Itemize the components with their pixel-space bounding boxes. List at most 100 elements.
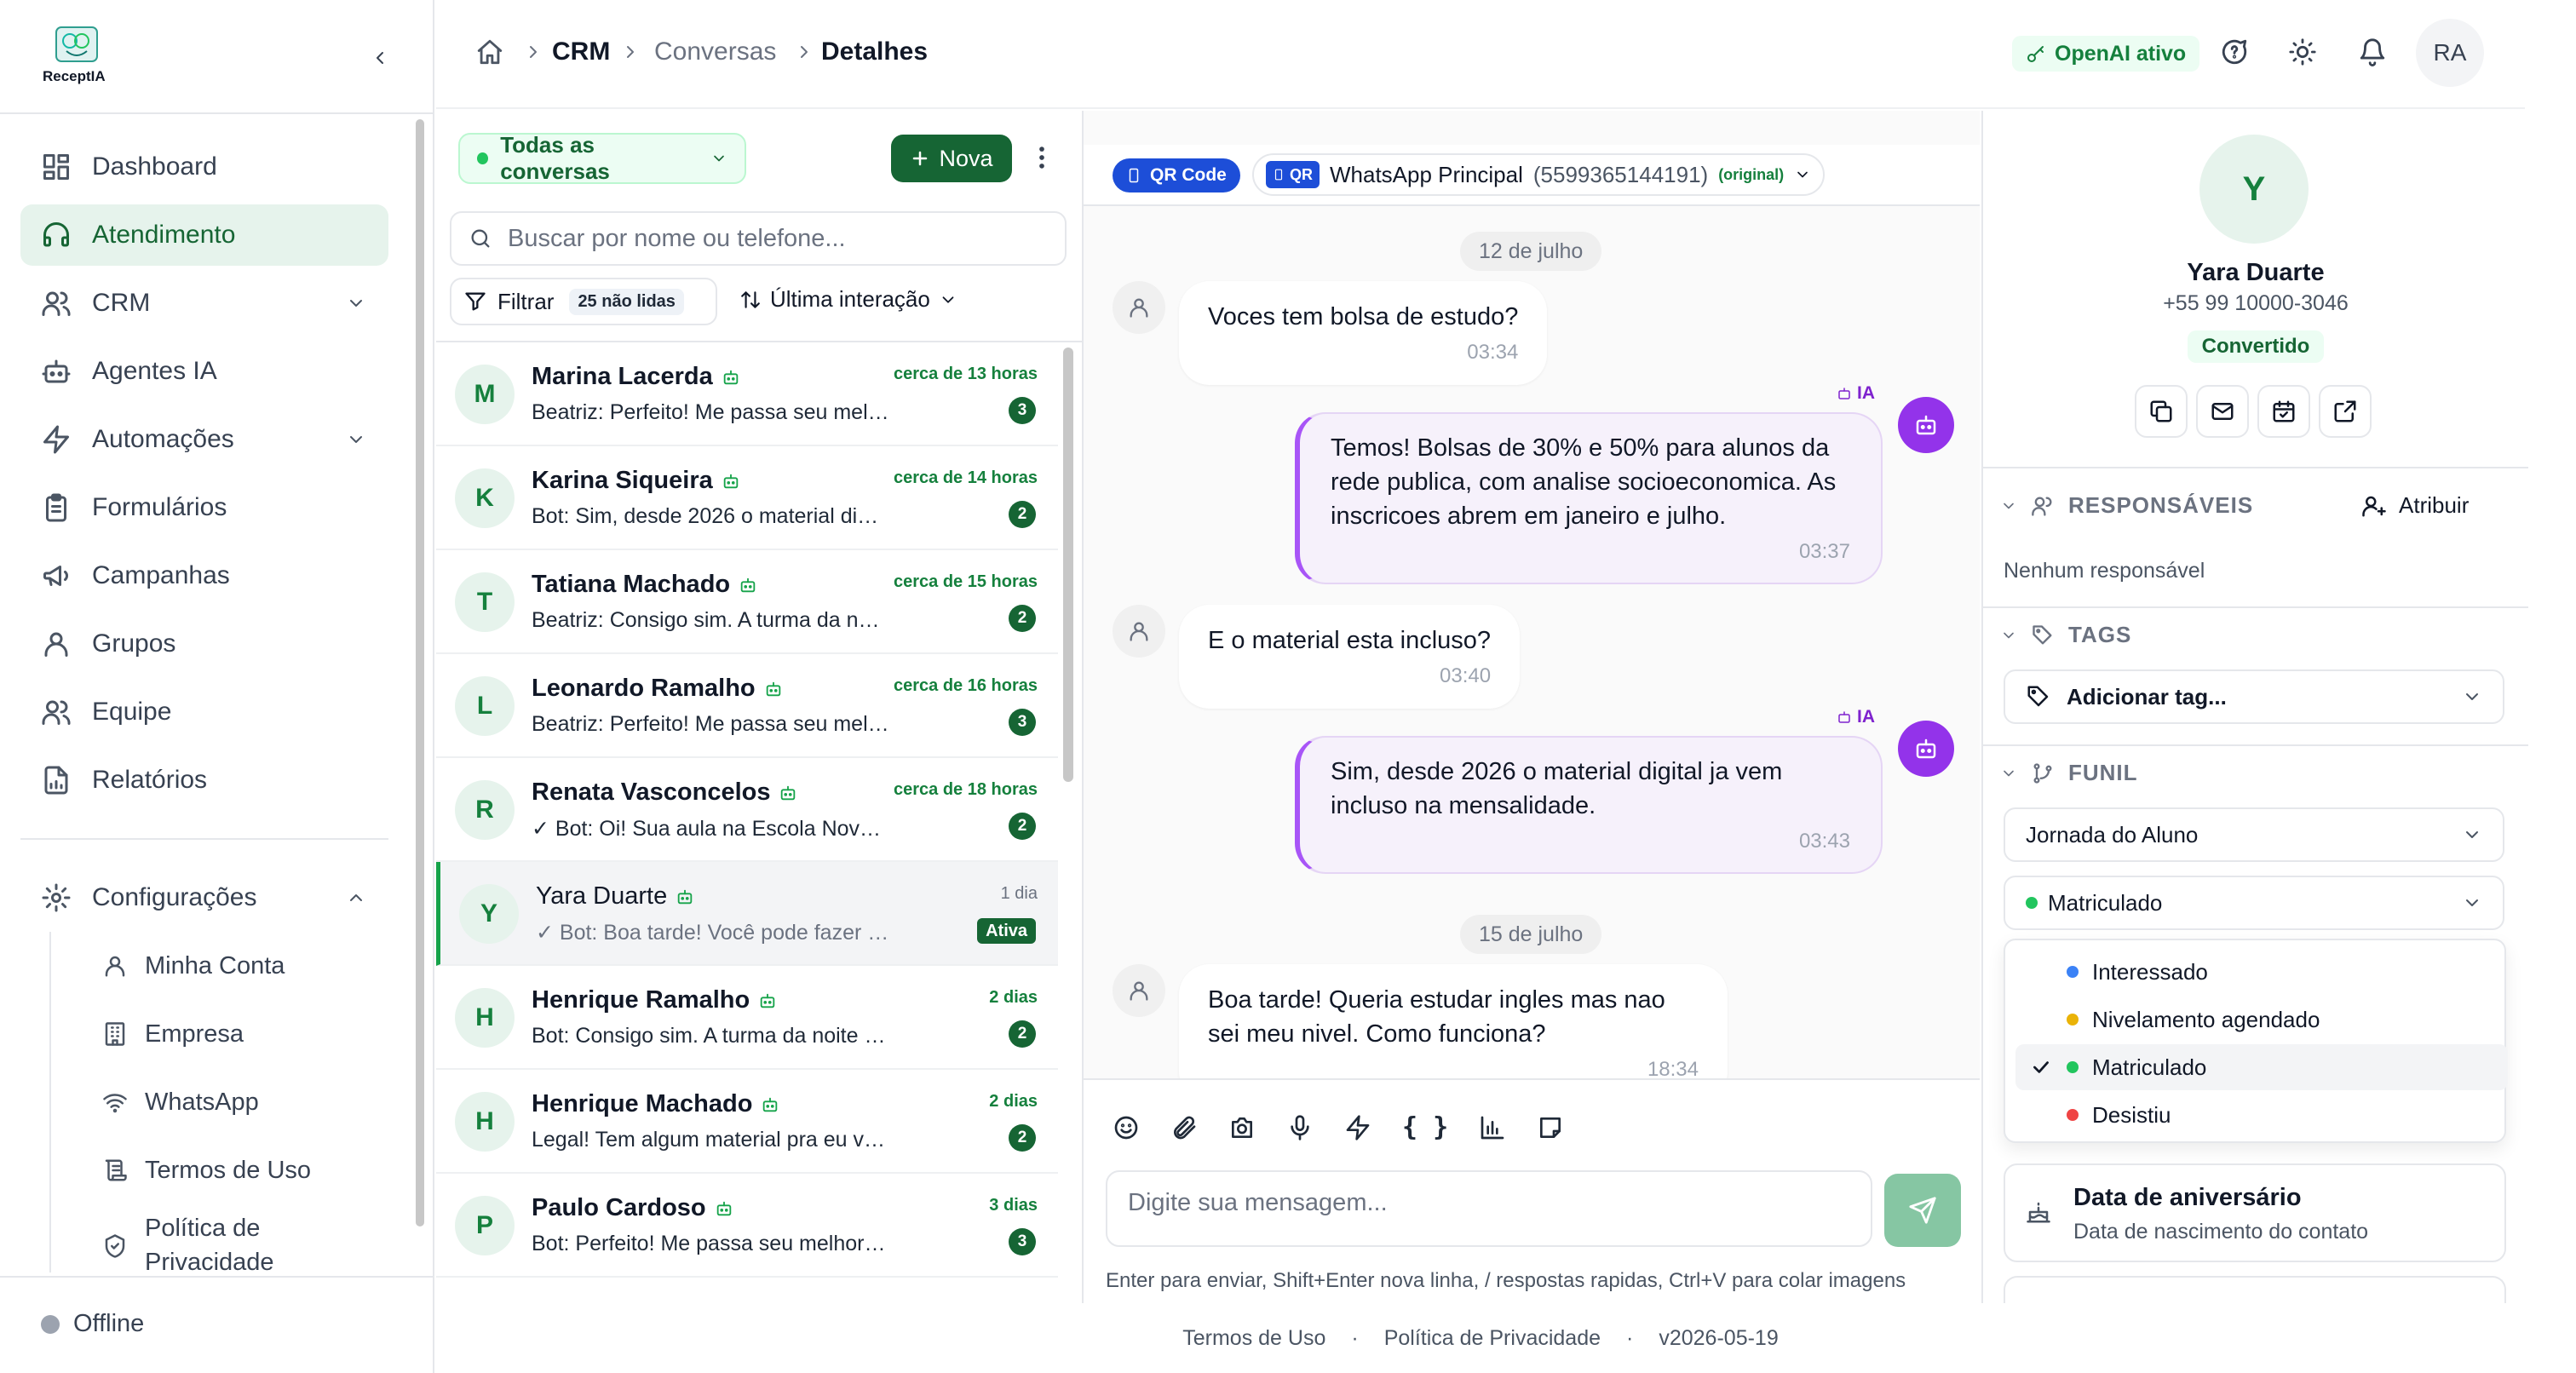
bot-icon (715, 1199, 733, 1218)
stage-option-matriculado[interactable]: Matriculado (2015, 1044, 2508, 1090)
schedule-button[interactable] (2257, 385, 2310, 438)
channel-name: WhatsApp Principal (1330, 161, 1523, 187)
footer-privacy-link[interactable]: Política de Privacidade (1384, 1326, 1601, 1351)
breadcrumb-crm[interactable]: CRM (552, 37, 610, 66)
sidebar-scrollbar[interactable] (416, 119, 424, 1227)
outgoing-message: Temos! Bolsas de 30% e 50% para alunos d… (1295, 412, 1883, 584)
responsaveis-title: RESPONSÁVEIS (2068, 492, 2254, 518)
stage-option-desistiu[interactable]: Desistiu (2015, 1092, 2508, 1138)
channel-select[interactable]: QR WhatsApp Principal (5599365144191) (o… (1252, 153, 1826, 196)
footer-separator: · (1626, 1325, 1634, 1350)
nav-atendimento[interactable]: Atendimento (20, 204, 388, 266)
tags-section-header[interactable]: TAGS (2000, 622, 2131, 648)
footer-terms-link[interactable]: Termos de Uso (1182, 1326, 1325, 1351)
nav-agentes-ia[interactable]: Agentes IA (20, 341, 388, 402)
stage-select[interactable]: Matriculado (2004, 876, 2504, 930)
stage-option-interessado[interactable]: Interessado (2015, 949, 2508, 995)
sort-select[interactable]: Última interação (739, 286, 957, 313)
copy-button[interactable] (2135, 385, 2188, 438)
message-input[interactable]: Digite sua mensagem... (1106, 1170, 1872, 1247)
nav-campanhas[interactable]: Campanhas (20, 545, 388, 606)
conversation-filter-select[interactable]: Todas as conversas (458, 132, 746, 184)
nav-formularios[interactable]: Formulários (20, 477, 388, 538)
online-status[interactable]: Offline (41, 1310, 144, 1338)
funnel-section-header[interactable]: FUNIL (2000, 760, 2138, 786)
sub-label: Minha Conta (145, 951, 285, 979)
conversation-item-selected[interactable]: Y Yara Duarte ✓ Bot: Boa tarde! Você pod… (436, 862, 1058, 966)
search-input[interactable]: Buscar por nome ou telefone... (450, 211, 1067, 266)
attachment-icon[interactable] (1170, 1114, 1198, 1141)
camera-icon[interactable] (1228, 1114, 1256, 1141)
emoji-icon[interactable] (1113, 1114, 1140, 1141)
composer-area: { } Digite sua mensagem... Enter para en… (1084, 1078, 1980, 1303)
stage-option-label: Desistiu (2092, 1101, 2171, 1128)
birthday-field[interactable]: Data de aniversário Data de nascimento d… (2004, 1163, 2506, 1262)
conversation-item[interactable]: K Karina Siqueira Bot: Sim, desde 2026 o… (436, 446, 1058, 550)
message-preview: ✓ Bot: Boa tarde! Você pode fazer um tes… (536, 921, 894, 945)
status-dot (41, 1314, 60, 1334)
stage-dot (2026, 897, 2038, 909)
assign-button[interactable]: Atribuir (2361, 492, 2469, 519)
bell-icon[interactable] (2358, 37, 2387, 66)
chevron-down-icon (2462, 686, 2482, 707)
brand-logo[interactable]: ReceptIA (43, 26, 119, 87)
email-button[interactable] (2196, 385, 2249, 438)
nav-dashboard[interactable]: Dashboard (20, 136, 388, 198)
conversation-item[interactable]: H Henrique Machado Legal! Tem algum mate… (436, 1070, 1058, 1174)
plus-icon (910, 148, 930, 169)
funnel-name: Jornada do Aluno (2026, 821, 2199, 847)
brain-logo-icon (55, 26, 98, 62)
qr-code-label: QR Code (1150, 165, 1227, 185)
add-tag-select[interactable]: Adicionar tag... (2004, 669, 2504, 724)
collapse-sidebar-button[interactable] (365, 43, 395, 73)
footer: Termos de Uso · Política de Privacidade … (436, 1303, 2525, 1373)
note-icon[interactable] (1537, 1114, 1564, 1141)
open-external-button[interactable] (2319, 385, 2372, 438)
zap-icon (20, 424, 92, 455)
quick-reply-zap-icon[interactable] (1344, 1114, 1371, 1141)
help-chat-icon[interactable] (2220, 37, 2249, 66)
conversation-item[interactable]: H Henrique Ramalho Bot: Consigo sim. A t… (436, 966, 1058, 1070)
nav-relatorios[interactable]: Relatórios (20, 750, 388, 811)
funnel-select[interactable]: Jornada do Aluno (2004, 807, 2504, 862)
conversation-item[interactable]: L Leonardo Ramalho Beatriz: Perfeito! Me… (436, 654, 1058, 758)
message-preview: Beatriz: Consigo sim. A turma da noite e… (532, 608, 889, 632)
tag-icon (2026, 684, 2051, 709)
sub-politica[interactable]: Política de Privacidade (85, 1211, 388, 1272)
new-conversation-button[interactable]: Nova (891, 135, 1012, 182)
chevron-up-icon (346, 888, 366, 908)
variables-braces-icon[interactable]: { } (1402, 1112, 1448, 1142)
conversation-item[interactable]: R Renata Vasconcelos ✓ Bot: Oi! Sua aula… (436, 758, 1058, 862)
nav-equipe[interactable]: Equipe (20, 681, 388, 743)
filter-button[interactable]: Filtrar 25 não lidas (450, 278, 717, 325)
conversation-item[interactable]: T Tatiana Machado Beatriz: Consigo sim. … (436, 550, 1058, 654)
nav-crm[interactable]: CRM (20, 273, 388, 334)
openai-status-badge[interactable]: OpenAI ativo (2012, 36, 2200, 72)
conversation-item[interactable]: P Paulo Cardoso Bot: Perfeito! Me passa … (436, 1174, 1058, 1278)
theme-toggle-sun-icon[interactable] (2288, 37, 2317, 66)
nav-label: Relatórios (92, 766, 208, 794)
unread-count-badge: 3 (1009, 1228, 1036, 1255)
sub-termos[interactable]: Termos de Uso (85, 1143, 388, 1198)
user-avatar[interactable]: RA (2416, 19, 2484, 87)
nav-grupos[interactable]: Grupos (20, 613, 388, 675)
sidebar: ReceptIA Dashboard Atendimento CRM Agent… (0, 0, 434, 1373)
sub-whatsapp[interactable]: WhatsApp (85, 1075, 388, 1129)
breadcrumb-conversas[interactable]: Conversas (654, 37, 776, 66)
microphone-icon[interactable] (1286, 1114, 1314, 1141)
chart-icon[interactable] (1479, 1114, 1506, 1141)
stage-option-nivelamento[interactable]: Nivelamento agendado (2015, 997, 2508, 1043)
sort-label: Última interação (770, 286, 930, 312)
send-button[interactable] (1884, 1174, 1961, 1247)
conversation-list-scrollbar[interactable] (1063, 348, 1073, 782)
responsaveis-section-header[interactable]: RESPONSÁVEIS (2000, 492, 2253, 519)
conversation-item[interactable]: M Marina Lacerda Beatriz: Perfeito! Me p… (436, 342, 1058, 446)
stage-dot (2067, 1061, 2079, 1073)
more-options-icon[interactable] (1027, 143, 1056, 172)
sub-minha-conta[interactable]: Minha Conta (85, 939, 388, 993)
sub-empresa[interactable]: Empresa (85, 1007, 388, 1061)
nav-automacoes[interactable]: Automações (20, 409, 388, 470)
nav-configuracoes[interactable]: Configurações (20, 867, 388, 928)
home-icon[interactable] (475, 37, 504, 66)
qr-code-badge[interactable]: QR Code (1113, 158, 1240, 192)
